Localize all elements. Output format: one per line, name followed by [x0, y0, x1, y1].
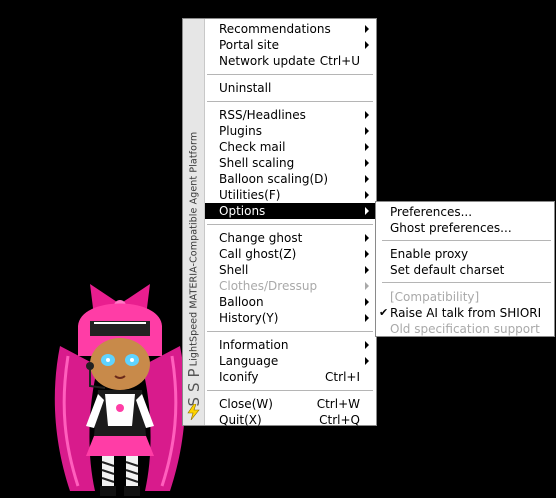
menu-separator [382, 240, 551, 241]
submenu-item-set-default-charset[interactable]: Set default charset [377, 262, 553, 278]
submenu-arrow-icon [365, 234, 369, 242]
submenu-arrow-icon [365, 341, 369, 349]
submenu-arrow-icon [365, 266, 369, 274]
platform-name-text: LightSpeed MATERIA-Compatible Agent Plat… [188, 131, 199, 367]
submenu-arrow-icon [365, 282, 369, 290]
submenu-arrow-icon [365, 111, 369, 119]
menu-separator [207, 224, 373, 225]
submenu-arrow-icon [365, 25, 369, 33]
submenu-arrow-icon [365, 298, 369, 306]
submenu-arrow-icon [365, 175, 369, 183]
submenu-arrow-icon [365, 159, 369, 167]
menu-item-change-ghost[interactable]: Change ghost [205, 230, 375, 246]
menu-item-shell-scaling[interactable]: Shell scaling [205, 155, 375, 171]
menu-item-rss-headlines[interactable]: RSS/Headlines [205, 107, 375, 123]
desktop-background: LightSpeed MATERIA-Compatible Agent Plat… [0, 0, 556, 498]
submenu-heading-compatibility: [Compatibility] [390, 290, 480, 304]
submenu-arrow-icon [365, 191, 369, 199]
submenu-item-ghost-preferences[interactable]: Ghost preferences... [377, 220, 553, 236]
menu-item-call-ghost[interactable]: Call ghost(Z) [205, 246, 375, 262]
menu-separator [207, 390, 373, 391]
menu-separator [207, 331, 373, 332]
menu-item-recommendations[interactable]: Recommendations [205, 21, 375, 37]
menu-item-portal-site[interactable]: Portal site [205, 37, 375, 53]
menu-item-close[interactable]: Close(W) Ctrl+W [205, 396, 375, 412]
submenu-item-preferences[interactable]: Preferences... [377, 204, 553, 220]
submenu-arrow-icon [365, 357, 369, 365]
menu-item-information[interactable]: Information [205, 337, 375, 353]
menu-item-network-update[interactable]: Network update Ctrl+U [205, 53, 375, 69]
options-submenu: Preferences... Ghost preferences... Enab… [375, 201, 555, 337]
lightning-icon [187, 404, 200, 420]
submenu-arrow-icon [365, 127, 369, 135]
menu-item-check-mail[interactable]: Check mail [205, 139, 375, 155]
menu-item-shell[interactable]: Shell [205, 262, 375, 278]
submenu-arrow-icon [365, 314, 369, 322]
checkmark-icon: ✔ [379, 306, 389, 319]
menu-separator [207, 74, 373, 75]
menu-separator [382, 282, 551, 283]
menu-item-clothes-dressup: Clothes/Dressup [205, 278, 375, 294]
submenu-arrow-icon [365, 41, 369, 49]
menu-item-options[interactable]: Options [205, 203, 375, 219]
submenu-item-raise-ai-talk[interactable]: ✔ Raise AI talk from SHIORI [377, 305, 553, 321]
menu-item-language[interactable]: Language [205, 353, 375, 369]
submenu-arrow-icon [365, 207, 369, 215]
submenu-item-old-specification-support: Old specification support [390, 322, 540, 336]
menu-separator [207, 101, 373, 102]
menu-item-history[interactable]: History(Y) [205, 310, 375, 326]
submenu-item-enable-proxy[interactable]: Enable proxy [377, 246, 553, 262]
ghost-character-image[interactable] [50, 276, 190, 498]
menu-item-uninstall[interactable]: Uninstall [205, 80, 375, 96]
menu-item-plugins[interactable]: Plugins [205, 123, 375, 139]
menu-item-balloon-scaling[interactable]: Balloon scaling(D) [205, 171, 375, 187]
submenu-arrow-icon [365, 143, 369, 151]
ssp-side-banner: LightSpeed MATERIA-Compatible Agent Plat… [183, 19, 205, 425]
menu-item-quit[interactable]: Quit(X) Ctrl+Q [205, 412, 375, 428]
submenu-arrow-icon [365, 250, 369, 258]
menu-item-balloon[interactable]: Balloon [205, 294, 375, 310]
ssp-logo-text: SSP [184, 363, 203, 407]
menu-item-iconify[interactable]: Iconify Ctrl+I [205, 369, 375, 385]
menu-item-utilities[interactable]: Utilities(F) [205, 187, 375, 203]
context-menu: LightSpeed MATERIA-Compatible Agent Plat… [182, 18, 377, 428]
